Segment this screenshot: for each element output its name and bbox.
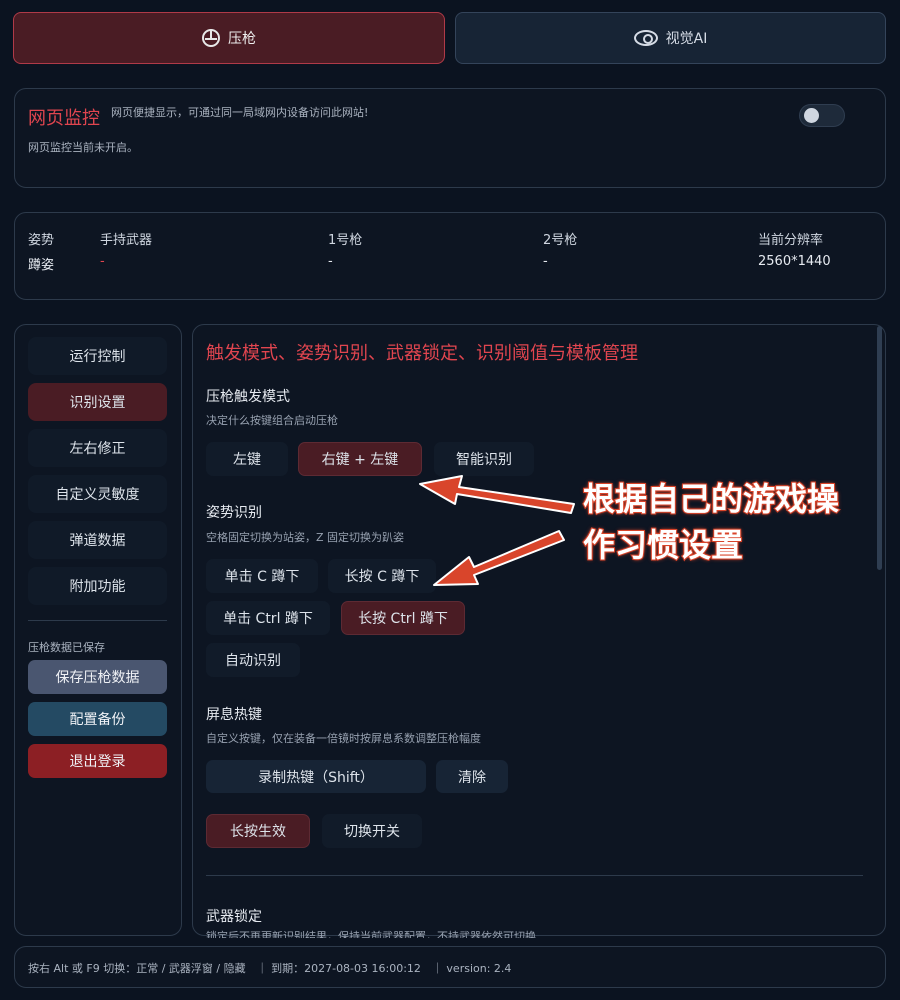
annotation-line-2: 作习惯设置 bbox=[582, 525, 744, 565]
annotation-arrow-lower bbox=[433, 530, 565, 586]
annotation-text: 根据自己的游戏操 作习惯设置 bbox=[582, 476, 840, 568]
annotation-arrow-upper bbox=[419, 475, 575, 514]
footer-status: 按右 Alt 或 F9 切换：正常 / 武器浮窗 / 隐藏 ｜ 到期：2027-… bbox=[28, 962, 512, 975]
annotation-line-1: 根据自己的游戏操 bbox=[582, 479, 840, 519]
